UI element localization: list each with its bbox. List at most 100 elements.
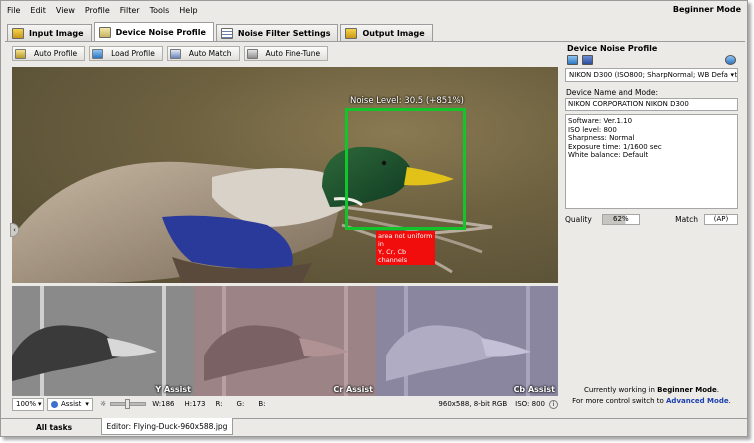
info-icon[interactable]: i bbox=[549, 399, 558, 409]
auto-profile-button[interactable]: Auto Profile bbox=[12, 46, 86, 61]
auto-match-button[interactable]: Auto Match bbox=[166, 46, 240, 61]
open-profile-icon[interactable] bbox=[567, 55, 578, 65]
panel-label: Cr Assist bbox=[333, 385, 373, 394]
noise-sample-box[interactable] bbox=[345, 108, 466, 230]
filter-settings-icon bbox=[220, 28, 233, 39]
image-preview[interactable]: Noise Level: 30.5 (+851%) area not unifo… bbox=[12, 67, 558, 283]
chevron-down-icon: ▾ bbox=[728, 71, 734, 79]
chevron-down-icon: ▾ bbox=[38, 400, 42, 408]
button-label: Auto Match bbox=[188, 49, 232, 58]
zoom-select[interactable]: 100% ▾ bbox=[12, 397, 44, 411]
main-tabs: Input Image Device Noise Profile Noise F… bbox=[7, 22, 435, 42]
menu-tools[interactable]: Tools bbox=[150, 6, 170, 15]
match-label: Match bbox=[675, 214, 698, 224]
input-image-icon bbox=[12, 28, 24, 39]
info-icon[interactable] bbox=[725, 55, 736, 65]
mode-hint-line1: Currently working in Beginner Mode. bbox=[565, 385, 738, 396]
info-line: White balance: Default bbox=[568, 151, 649, 159]
pixel-g: G: bbox=[236, 400, 245, 408]
mode-indicator: Beginner Mode bbox=[672, 5, 741, 14]
auto-finetune-button[interactable]: Auto Fine-Tune bbox=[243, 46, 329, 61]
quality-bar: 62% bbox=[601, 213, 640, 225]
tab-label: Output Image bbox=[362, 29, 425, 38]
menu-view[interactable]: View bbox=[56, 6, 75, 15]
auto-match-icon bbox=[169, 48, 181, 59]
panel-title: Device Noise Profile bbox=[567, 44, 658, 53]
device-name-field[interactable]: NIKON CORPORATION NIKON D300 bbox=[565, 98, 738, 111]
tab-noise-filter-settings[interactable]: Noise Filter Settings bbox=[215, 24, 339, 42]
panel-label: Cb Assist bbox=[513, 385, 555, 394]
quality-value: 62% bbox=[613, 214, 629, 223]
mode-hint: Currently working in Beginner Mode. For … bbox=[565, 385, 738, 407]
assist-value: Assist bbox=[61, 400, 82, 408]
current-mode-text: Beginner Mode bbox=[657, 386, 717, 394]
menu-profile[interactable]: Profile bbox=[85, 6, 110, 15]
tab-output-image[interactable]: Output Image bbox=[340, 24, 433, 42]
panel-label: Y Assist bbox=[155, 385, 191, 394]
tab-device-noise-profile[interactable]: Device Noise Profile bbox=[93, 22, 214, 42]
tab-all-tasks[interactable]: All tasks bbox=[7, 419, 101, 435]
warning-line: area not uniform in bbox=[378, 232, 433, 248]
zoom-value: 100% bbox=[16, 400, 37, 408]
tab-input-image[interactable]: Input Image bbox=[7, 24, 92, 42]
tab-editor[interactable]: Editor: Flying-Duck-960x588.jpg bbox=[101, 418, 233, 435]
noise-level-label: Noise Level: 30.5 (+851%) bbox=[350, 96, 464, 106]
tab-divider bbox=[5, 41, 745, 42]
menu-help[interactable]: Help bbox=[179, 6, 197, 15]
iso-value: ISO: 800 bbox=[515, 400, 545, 408]
info-line: Exposure time: 1/1600 sec bbox=[568, 142, 662, 151]
uniformity-warning: area not uniform in Y, Cr, Cb channels bbox=[376, 231, 435, 265]
menu-filter[interactable]: Filter bbox=[120, 6, 140, 15]
profile-info-box: Software: Ver.1.10 ISO level: 800 Sharpn… bbox=[565, 114, 738, 209]
tab-label: Noise Filter Settings bbox=[237, 29, 331, 38]
quality-label: Quality bbox=[565, 214, 592, 224]
menu-file[interactable]: File bbox=[7, 6, 20, 15]
menu-bar: File Edit View Profile Filter Tools Help bbox=[1, 1, 747, 19]
save-profile-icon[interactable] bbox=[582, 55, 593, 65]
load-profile-button[interactable]: Load Profile bbox=[89, 46, 163, 61]
advanced-mode-link[interactable]: Advanced Mode bbox=[666, 397, 729, 405]
fine-tune-icon bbox=[246, 48, 258, 59]
auto-profile-icon bbox=[15, 48, 26, 59]
tab-label: Device Noise Profile bbox=[115, 28, 206, 37]
info-line: Software: Ver.1.10 bbox=[568, 117, 633, 125]
mode-hint-line2: For more control switch to Advanced Mode… bbox=[565, 396, 738, 407]
pixel-r: R: bbox=[215, 400, 223, 408]
output-image-icon bbox=[345, 28, 358, 39]
warning-line: Y, Cr, Cb channels bbox=[378, 248, 408, 264]
app-window: File Edit View Profile Filter Tools Help… bbox=[0, 0, 748, 437]
camera-profile-value: NIKON D300 (ISO800; SharpNormal; WB Defa… bbox=[569, 71, 738, 79]
cr-assist-panel[interactable]: Cr Assist bbox=[194, 286, 376, 396]
hint-text: . bbox=[716, 386, 720, 394]
tab-label: Input Image bbox=[29, 29, 84, 38]
chevron-down-icon: ▾ bbox=[85, 400, 89, 408]
assist-select[interactable]: Assist ▾ bbox=[47, 397, 93, 411]
folder-icon bbox=[92, 48, 104, 59]
assist-panels: Y Assist Cr Assist Cb Assist bbox=[12, 286, 558, 396]
image-size: 960x588, 8-bit RGB bbox=[438, 400, 508, 408]
brightness-slider[interactable] bbox=[110, 399, 147, 409]
assist-icon bbox=[51, 400, 58, 408]
match-value-box: (AP) bbox=[704, 213, 738, 225]
device-profile-icon bbox=[98, 27, 111, 38]
duck-photo bbox=[12, 146, 493, 283]
menu-edit[interactable]: Edit bbox=[30, 6, 46, 15]
camera-profile-select[interactable]: NIKON D300 (ISO800; SharpNormal; WB Defa… bbox=[565, 68, 738, 82]
slider-thumb[interactable] bbox=[125, 399, 131, 409]
pixel-b: B: bbox=[258, 400, 266, 408]
y-assist-panel[interactable]: Y Assist bbox=[12, 286, 194, 396]
tab-label: Editor: Flying-Duck-960x588.jpg bbox=[106, 421, 228, 431]
sel-width: W:186 bbox=[152, 400, 175, 408]
button-label: Auto Fine-Tune bbox=[265, 49, 321, 58]
duck-head-cr bbox=[194, 286, 376, 396]
hint-text: For more control switch to bbox=[572, 397, 667, 405]
brightness-icon[interactable]: ☼ bbox=[100, 400, 106, 408]
status-bar: 100% ▾ Assist ▾ ☼ W:186 H:173 R: G: B: 9… bbox=[12, 397, 558, 411]
info-line: ISO level: 800 bbox=[568, 125, 617, 134]
cb-assist-panel[interactable]: Cb Assist bbox=[376, 286, 558, 396]
duck-head-cb bbox=[376, 286, 558, 396]
button-label: Load Profile bbox=[111, 49, 155, 58]
duck-head-y bbox=[12, 286, 194, 396]
button-label: Auto Profile bbox=[34, 49, 78, 58]
profile-toolbar: Auto Profile Load Profile Auto Match Aut… bbox=[12, 46, 332, 62]
